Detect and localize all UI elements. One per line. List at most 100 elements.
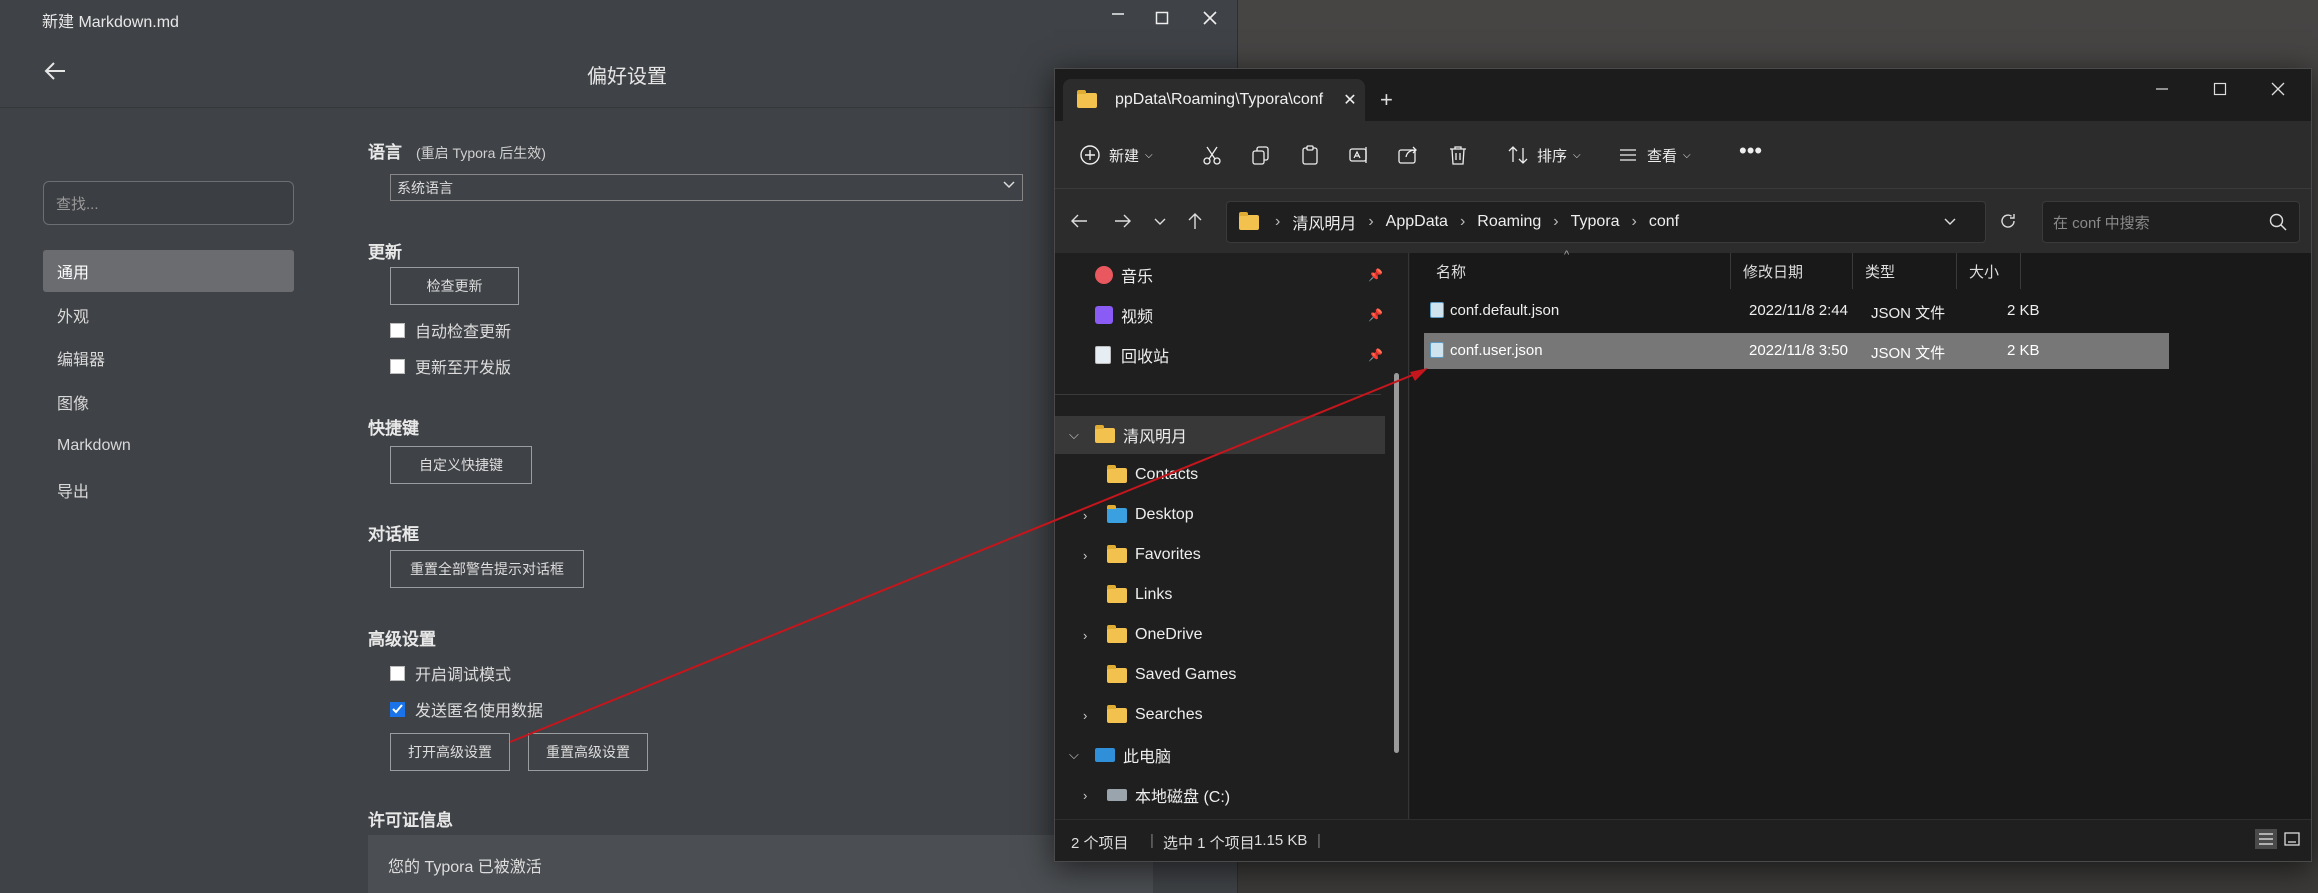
explorer-tab-bar: ppData\Roaming\Typora\conf ✕ + (1055, 69, 2311, 121)
cut-icon[interactable] (1201, 141, 1223, 169)
license-status: 您的 Typora 已被激活 (368, 835, 1153, 893)
nav-editor[interactable]: 编辑器 (43, 337, 294, 379)
address-dropdown-chevron-icon[interactable] (1943, 214, 1957, 233)
close-tab-icon[interactable]: ✕ (1335, 90, 1365, 110)
delete-icon[interactable] (1447, 141, 1469, 169)
search-input[interactable]: 在 conf 中搜索 (2042, 201, 2300, 243)
open-advanced-settings-button[interactable]: 打开高级设置 (390, 733, 510, 771)
column-header-modified[interactable]: 修改日期 (1731, 253, 1853, 289)
tree-local-disk[interactable]: › 本地磁盘 (C:) (1055, 776, 1385, 814)
search-input[interactable]: 查找... (43, 181, 294, 225)
quick-access-music[interactable]: 音乐 📌 (1055, 256, 1385, 294)
tree-item-contacts[interactable]: Contacts (1055, 456, 1385, 494)
file-list: 名称 ^ 修改日期 类型 大小 conf.default.json 2022/1… (1410, 249, 2311, 821)
refresh-icon[interactable] (1998, 207, 2018, 235)
send-usage-option[interactable]: 发送匿名使用数据 (390, 697, 543, 721)
tree-this-pc[interactable]: ⌵ 此电脑 (1055, 736, 1385, 774)
reset-dialogs-button[interactable]: 重置全部警告提示对话框 (390, 550, 584, 588)
column-header-name[interactable]: 名称 ^ (1424, 249, 1731, 289)
dev-channel-option[interactable]: 更新至开发版 (390, 354, 511, 378)
search-placeholder: 在 conf 中搜索 (2053, 214, 2150, 232)
send-usage-label: 发送匿名使用数据 (415, 703, 544, 720)
quick-access-videos[interactable]: 视频 📌 (1055, 296, 1385, 334)
paste-icon[interactable] (1299, 141, 1321, 169)
language-select[interactable]: 系统语言 (390, 174, 1023, 201)
column-header-type[interactable]: 类型 (1853, 253, 1957, 289)
chevron-right-icon[interactable]: › (1083, 708, 1087, 723)
breadcrumb-appdata[interactable]: AppData (1386, 213, 1448, 231)
new-tab-plus-icon[interactable]: + (1380, 87, 1393, 113)
chevron-down-icon[interactable]: ⌵ (1069, 747, 1079, 763)
nav-general[interactable]: 通用 (43, 250, 294, 292)
breadcrumb-typora[interactable]: Typora (1571, 213, 1620, 231)
up-arrow-icon[interactable] (1185, 207, 1205, 235)
item-count: 2 个项目 (1071, 835, 1129, 852)
debug-mode-checkbox[interactable] (390, 665, 405, 681)
custom-shortcuts-button[interactable]: 自定义快捷键 (390, 446, 532, 484)
breadcrumb-user[interactable]: 清风明月 (1292, 210, 1356, 234)
navigation-pane: 音乐 📌 视频 📌 回收站 📌 ⌵ 清风明月 Contacts › Deskto… (1055, 253, 1409, 821)
tree-item-saved-games[interactable]: Saved Games (1055, 656, 1385, 694)
pin-icon[interactable]: 📌 (1368, 268, 1383, 282)
folder-icon (1107, 584, 1127, 603)
share-icon[interactable] (1397, 141, 1419, 169)
pin-icon[interactable]: 📌 (1368, 348, 1383, 362)
chevron-right-icon[interactable]: › (1083, 508, 1087, 523)
nav-export[interactable]: 导出 (43, 469, 294, 511)
chevron-right-icon[interactable]: › (1083, 788, 1087, 803)
copy-icon[interactable] (1250, 141, 1272, 169)
tree-local-disk-label: 本地磁盘 (C:) (1135, 789, 1231, 806)
column-header-size[interactable]: 大小 (1957, 253, 2021, 289)
sort-button[interactable]: 排序 ⌵ (1507, 141, 1581, 169)
rename-icon[interactable] (1348, 141, 1370, 169)
reset-advanced-settings-button[interactable]: 重置高级设置 (528, 733, 648, 771)
recent-locations-chevron-icon[interactable] (1153, 207, 1167, 235)
send-usage-checkbox[interactable] (390, 701, 405, 717)
navigation-scrollbar[interactable] (1394, 373, 1399, 753)
forward-arrow-icon[interactable] (1113, 207, 1133, 235)
file-row-selected[interactable]: conf.user.json 2022/11/8 3:50 JSON 文件 2 … (1424, 333, 2169, 369)
drive-icon (1107, 789, 1127, 801)
tiles-view-icon[interactable] (2283, 830, 2301, 852)
search-icon[interactable] (2269, 213, 2287, 235)
tree-item-searches[interactable]: › Searches (1055, 696, 1385, 734)
file-row[interactable]: conf.default.json 2022/11/8 2:44 JSON 文件… (1424, 293, 2164, 329)
tree-item-onedrive[interactable]: › OneDrive (1055, 616, 1385, 654)
tree-user-folder[interactable]: ⌵ 清风明月 (1055, 416, 1385, 454)
nav-appearance[interactable]: 外观 (43, 294, 294, 336)
auto-check-update-option[interactable]: 自动检查更新 (390, 318, 511, 342)
nav-markdown[interactable]: Markdown (43, 425, 294, 467)
address-bar[interactable]: › 清风明月 › AppData › Roaming › Typora › co… (1226, 201, 1986, 243)
view-button[interactable]: 查看 ⌵ (1617, 141, 1691, 169)
folder-tab[interactable]: ppData\Roaming\Typora\conf ✕ (1063, 79, 1365, 121)
dev-channel-checkbox[interactable] (390, 358, 405, 374)
tree-item-desktop[interactable]: › Desktop (1055, 496, 1385, 534)
chevron-right-icon[interactable]: › (1083, 548, 1087, 563)
breadcrumb-roaming[interactable]: Roaming (1477, 213, 1541, 231)
check-update-button[interactable]: 检查更新 (390, 267, 519, 305)
quick-access-recycle-bin[interactable]: 回收站 📌 (1055, 336, 1385, 374)
preferences-header: 偏好设置 (0, 36, 1237, 108)
tree-item-favorites[interactable]: › Favorites (1055, 536, 1385, 574)
chevron-right-icon[interactable]: › (1083, 628, 1087, 643)
debug-mode-option[interactable]: 开启调试模式 (390, 661, 511, 685)
chevron-down-icon (1002, 178, 1016, 195)
tree-item-label: Contacts (1135, 466, 1199, 483)
maximize-icon[interactable] (2191, 69, 2249, 109)
minimize-icon[interactable] (2133, 69, 2191, 109)
details-view-icon[interactable] (2255, 829, 2277, 853)
auto-check-checkbox[interactable] (390, 322, 405, 338)
nav-image[interactable]: 图像 (43, 381, 294, 423)
breadcrumb-conf[interactable]: conf (1649, 213, 1679, 231)
breadcrumb-chevron-icon: › (1459, 213, 1466, 230)
back-arrow-icon[interactable] (1069, 207, 1089, 235)
new-button[interactable]: 新建 ⌵ (1079, 141, 1153, 169)
license-heading: 许可证信息 (368, 811, 453, 830)
close-icon[interactable] (2249, 69, 2307, 109)
more-options-icon[interactable]: ••• (1739, 137, 1762, 165)
folder-icon (1107, 704, 1127, 723)
close-icon[interactable] (1182, 0, 1238, 36)
chevron-down-icon[interactable]: ⌵ (1069, 427, 1079, 443)
pin-icon[interactable]: 📌 (1368, 308, 1383, 322)
tree-item-links[interactable]: Links (1055, 576, 1385, 614)
